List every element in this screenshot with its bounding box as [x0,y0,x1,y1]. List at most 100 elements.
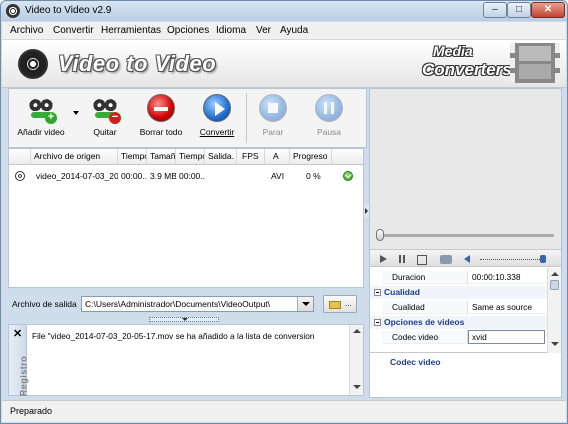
cell-time: 00:00... [121,171,147,181]
column-header-time[interactable]: Tiempo [118,149,147,165]
menu-herramientas[interactable]: Herramientas [101,25,161,36]
file-list-header: Archivo de origen Tiempo Tamañ Tiempo Sa… [9,149,363,165]
collapse-icon[interactable] [374,289,381,296]
property-category-video[interactable]: Opciones de videos [370,316,547,329]
menu-convertir[interactable]: Convertir [53,25,94,36]
column-header-time-2[interactable]: Tiempo [176,149,205,165]
scroll-thumb[interactable] [550,280,559,290]
stop-label: Parar [262,127,284,137]
property-category-quality[interactable]: Cualidad [370,286,547,299]
volume-icon[interactable] [463,254,473,264]
status-bar: Preparado [2,400,566,422]
property-description: Codec video [370,353,561,397]
seek-track[interactable] [378,234,554,237]
chevron-down-icon[interactable] [297,297,313,311]
table-row[interactable]: video_2014-07-03_20... 00:00... 3.9 MB 0… [9,169,363,183]
convert-button[interactable]: Convertir [187,91,247,145]
brand-logo-top: Media [433,43,473,59]
title-bar: Video to Video v2.9 – □ ✕ [1,1,567,21]
scroll-up-icon[interactable] [551,272,559,276]
column-header-fps[interactable]: FPS [237,149,265,165]
column-header-size[interactable]: Tamañ [147,149,176,165]
window-title: Video to Video v2.9 [25,5,112,16]
property-row-codec[interactable]: Codec video xvid [370,330,547,344]
player-controls [370,249,561,267]
menu-bar: Archivo Convertir Herramientas Opciones … [2,22,566,40]
app-window: Video to Video v2.9 – □ ✕ Archivo Conver… [0,0,568,424]
volume-thumb[interactable] [540,255,546,263]
brand-logo-bottom: Converters [422,60,512,79]
property-name-duration: Duracion [382,271,468,284]
camera-icon[interactable] [440,255,452,264]
property-value-duration: 00:00:10.338 [468,271,547,284]
scroll-down-icon[interactable] [353,385,361,389]
column-header-output[interactable]: Salida. [205,149,237,165]
property-row-quality[interactable]: Cualidad Same as source [370,301,547,314]
folder-icon [329,301,341,309]
menu-archivo[interactable]: Archivo [10,25,43,36]
menu-opciones[interactable]: Opciones [167,25,209,36]
property-value-quality: Same as source [468,301,547,314]
column-header-progress[interactable]: Progreso [290,149,332,165]
codec-input[interactable]: xvid [468,330,545,344]
browse-folder-button[interactable]: ... [323,295,357,313]
add-video-label: Añadir video [17,127,65,137]
cell-source: video_2014-07-03_20... [36,171,118,181]
column-header-icon[interactable] [9,149,31,165]
property-category-quality-label: Cualidad [384,287,420,297]
scroll-up-icon[interactable] [353,329,361,333]
output-folder-label: Archivo de salida [12,299,77,309]
log-title: Registro [18,355,29,397]
column-header-a[interactable]: A [265,149,290,165]
filmstrip-icon [510,43,560,83]
menu-idioma[interactable]: Idioma [216,25,246,36]
column-header-source[interactable]: Archivo de origen [31,149,118,165]
banner-title: Video to Video [58,51,217,76]
column-header-status[interactable] [332,149,363,165]
browse-dots: ... [345,299,352,308]
log-panel: ✕ Registro File "video_2014-07-03_20-05-… [8,324,364,396]
cell-output [205,169,237,183]
play-icon[interactable] [378,254,388,264]
property-description-title: Codec video [390,357,441,367]
scroll-down-icon[interactable] [551,342,559,346]
add-video-button[interactable]: Añadir video [11,91,71,145]
pause-label: Pausa [316,127,342,137]
menu-ayuda[interactable]: Ayuda [280,25,308,36]
film-reel-add-icon [27,94,57,124]
cell-time-2: 00:00... [179,171,205,181]
property-row-duration[interactable]: Duracion 00:00:10.338 [370,271,547,284]
log-scrollbar[interactable] [349,325,363,395]
play-circle-icon [203,94,231,122]
menu-ver[interactable]: Ver [256,25,271,36]
output-folder-combo[interactable]: C:\Users\Administrador\Documents\VideoOu… [81,296,314,312]
remove-button[interactable]: Quitar [75,91,135,145]
property-name-quality: Cualidad [382,301,468,314]
maximize-button[interactable]: □ [507,2,531,18]
property-category-video-label: Opciones de videos [384,317,465,327]
file-list[interactable]: Archivo de origen Tiempo Tamañ Tiempo Sa… [8,148,364,288]
film-reel-icon [15,171,25,181]
film-reel-remove-icon [91,94,121,124]
no-entry-icon [147,94,175,122]
seek-thumb[interactable] [376,229,384,241]
clear-all-button[interactable]: Borrar todo [131,91,191,145]
stop-button[interactable]: Parar [243,91,303,145]
check-circle-icon [343,171,353,181]
log-message: File "video_2014-07-03_20-05-17.mov se h… [32,331,315,341]
film-reel-icon [6,4,20,18]
close-button[interactable]: ✕ [531,2,565,18]
stop-icon[interactable] [416,254,427,265]
log-splitter-handle[interactable] [149,317,219,322]
pause-icon[interactable] [397,254,407,264]
properties-scrollbar[interactable] [547,268,561,353]
pause-button[interactable]: Pausa [299,91,359,145]
volume-track[interactable] [480,259,546,260]
convert-label: Convertir [199,127,235,137]
minimize-button[interactable]: – [483,2,507,18]
video-preview [370,89,561,249]
close-icon[interactable]: ✕ [13,327,22,340]
cell-fps [237,169,265,183]
stop-circle-icon [259,94,287,122]
collapse-icon[interactable] [374,319,381,326]
